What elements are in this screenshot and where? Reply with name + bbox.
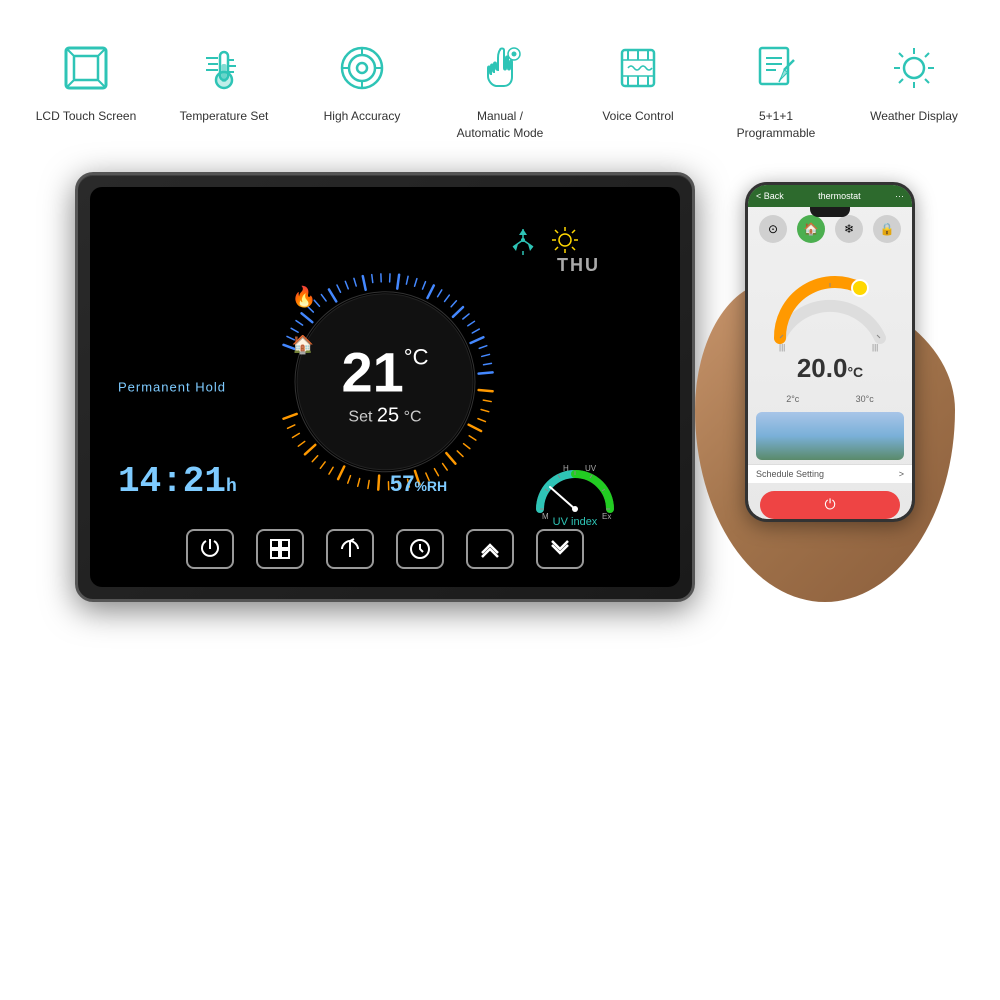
target-icon (332, 38, 392, 98)
phone-notch (810, 207, 850, 217)
phone-high-label: 30°c (856, 394, 874, 404)
schedule-setting[interactable]: Schedule Setting > (748, 464, 912, 483)
main-area: Permanent Hold THU (0, 162, 1000, 622)
time-suffix: h (226, 477, 237, 497)
schedule-button[interactable] (256, 529, 304, 569)
feature-high-accuracy: High Accuracy (307, 38, 417, 125)
feature-programmable: 5+1+1 Programmable (721, 38, 831, 142)
svg-text:M: M (542, 512, 549, 519)
set-temp-row: Set 25 °C (342, 404, 429, 427)
time-value: 14:21 (118, 461, 226, 502)
phone-body: < Back thermostat ··· ⊙ 🏠 ❄ 🔒 (745, 182, 915, 522)
home-icon: 🏠 (292, 334, 314, 355)
humidity-value: 57 (390, 471, 414, 496)
phone-gauge-area: ||| ||| 20.0°C (748, 247, 912, 390)
set-label: Set (348, 408, 372, 425)
lcd-label: LCD Touch Screen (36, 108, 137, 125)
feature-manual-auto: Manual / Automatic Mode (445, 38, 555, 142)
thermostat-device: Permanent Hold THU (75, 172, 695, 602)
down-button[interactable] (536, 529, 584, 569)
mode-button[interactable] (326, 529, 374, 569)
nav-arrow: > (899, 469, 904, 479)
weather-icons (508, 225, 580, 255)
temp-unit: °C (404, 344, 429, 370)
phone-low-label: 2°c (786, 394, 799, 404)
humidity-display: 57%RH (390, 471, 447, 497)
feature-lcd: LCD Touch Screen (31, 38, 141, 125)
manual-auto-label: Manual / Automatic Mode (457, 108, 544, 142)
flame-icon: 🔥 (292, 284, 317, 309)
thermostat-screen: Permanent Hold THU (90, 187, 680, 587)
svg-text:Ex: Ex (602, 512, 611, 519)
hand-icon (470, 38, 530, 98)
room-preview (756, 412, 904, 460)
phone-back[interactable]: < Back (756, 191, 784, 201)
svg-text:|||: ||| (779, 343, 785, 352)
features-row: LCD Touch Screen Temperature Set (0, 0, 1000, 162)
phone-screen: < Back thermostat ··· ⊙ 🏠 ❄ 🔒 (748, 185, 912, 519)
voice-label: Voice Control (602, 108, 673, 125)
humidity-unit: %RH (414, 478, 447, 494)
uv-gauge: M H UV Ex UV index (530, 449, 620, 519)
schedule-label: Schedule Setting (756, 469, 824, 479)
thermometer-icon (194, 38, 254, 98)
feature-weather: Weather Display (859, 38, 969, 125)
temp-display: 🔥 🏠 21 °C Set 25 °C (342, 344, 429, 427)
day-label: THU (557, 255, 600, 276)
high-accuracy-label: High Accuracy (324, 108, 401, 125)
lcd-icon (56, 38, 116, 98)
phone-status-bar: < Back thermostat ··· (748, 185, 912, 207)
phone-container: < Back thermostat ··· ⊙ 🏠 ❄ 🔒 (725, 182, 925, 602)
power-button[interactable] (186, 529, 234, 569)
phone-icon-2[interactable]: 🏠 (797, 215, 825, 243)
current-temp: 21 (342, 344, 404, 400)
phone-icon-1[interactable]: ⊙ (759, 215, 787, 243)
up-button[interactable] (466, 529, 514, 569)
svg-text:UV: UV (585, 464, 597, 473)
svg-text:|||: ||| (872, 343, 878, 352)
weather-label: Weather Display (870, 108, 958, 125)
temp-set-label: Temperature Set (180, 108, 269, 125)
permanent-hold-label: Permanent Hold (118, 379, 226, 394)
bottom-buttons (186, 529, 584, 569)
phone-icon-4[interactable]: 🔒 (873, 215, 901, 243)
time-display: 14:21h (118, 461, 237, 502)
phone-power-area: ⏻ (748, 483, 912, 519)
set-unit: °C (404, 408, 422, 425)
programmable-label: 5+1+1 Programmable (737, 108, 816, 142)
feature-temp-set: Temperature Set (169, 38, 279, 125)
phone-title: thermostat (818, 191, 861, 201)
temp-gauge: 🔥 🏠 21 °C Set 25 °C (255, 251, 515, 511)
phone-label-row: 2°c 30°c (748, 390, 912, 408)
feature-voice: Voice Control (583, 38, 693, 125)
svg-text:H: H (563, 464, 569, 473)
clock-button[interactable] (396, 529, 444, 569)
phone-power-btn[interactable]: ⏻ (760, 491, 900, 519)
set-temp: 25 (377, 404, 399, 426)
program-icon (746, 38, 806, 98)
voice-icon (608, 38, 668, 98)
phone-temp: 20.0°C (797, 353, 863, 384)
phone-icon-3[interactable]: ❄ (835, 215, 863, 243)
current-temp-row: 21 °C (342, 344, 429, 400)
weather-icon (884, 38, 944, 98)
